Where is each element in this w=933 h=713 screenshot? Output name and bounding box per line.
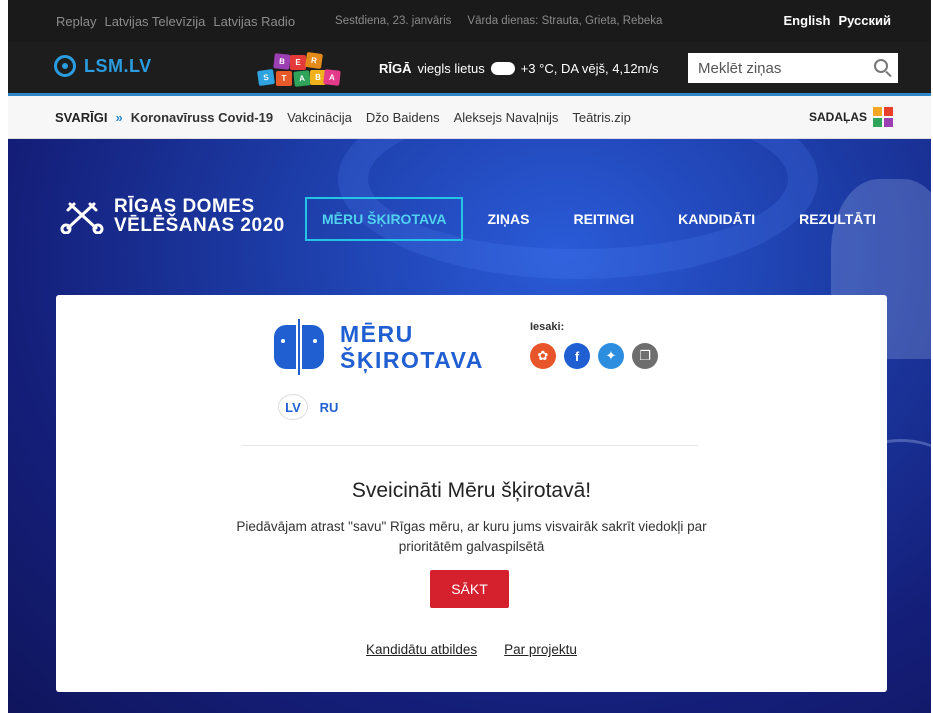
content-card: MĒRU ŠĶIROTAVA Iesaki: ✿ f ✦ ❐ LV RU Sve… (56, 295, 887, 692)
menu-item-reitingi[interactable]: REITINGI (573, 198, 634, 240)
lang-russian-link[interactable]: Русский (838, 13, 891, 28)
block-letter: B (273, 53, 291, 70)
welcome-heading: Sveicināti Mēru šķirotavā! (351, 479, 592, 502)
copy-icon[interactable]: ❐ (632, 343, 658, 369)
sections-label: SADAĻAS (808, 110, 867, 124)
trending-nav-bar: SVARĪGI » Koronavīruss Covid-19 Vakcināc… (8, 96, 931, 139)
block-letter: E (290, 55, 306, 70)
page: Replay Latvijas Televīzija Latvijas Radi… (8, 0, 931, 713)
latvijas-radio-link[interactable]: Latvijas Radio (213, 14, 295, 29)
top-utility-bar: Replay Latvijas Televīzija Latvijas Radi… (8, 0, 931, 42)
two-heads-icon (274, 319, 326, 375)
start-button[interactable]: SĀKT (430, 570, 509, 608)
weather-city: RĪGĀ (379, 61, 412, 76)
election-title: RĪGAS DOMES VĒLĒŠANAS 2020 (114, 197, 285, 235)
logo-bar: LSM.LV S B T E A R B A RĪGĀ viegls lietu… (8, 42, 931, 96)
lang-ru-button[interactable]: RU (314, 394, 344, 420)
weather-condition: viegls lietus (417, 61, 485, 76)
sections-button[interactable]: SADAĻAS (809, 107, 893, 127)
election-brand-logo[interactable]: RĪGAS DOMES VĒLĒŠANAS 2020 (60, 197, 285, 235)
election-title-line2: VĒLĒŠANAS 2020 (114, 215, 285, 236)
lsm-logo-text: LSM.LV (84, 55, 152, 76)
menu-item-rezultati[interactable]: REZULTĀTI (799, 198, 876, 240)
divider (242, 445, 698, 446)
logo-line2: ŠĶIROTAVA (340, 347, 484, 373)
location-pin-icon (54, 55, 76, 77)
menu-item-zinas[interactable]: ZIŅAS (487, 198, 529, 240)
weather-widget: RĪGĀ viegls lietus +3 °C, DA vējš, 4,12m… (379, 61, 659, 76)
nav-item-biden[interactable]: Džo Baidens (366, 110, 440, 125)
meru-skirotava-logo: MĒRU ŠĶIROTAVA (274, 319, 484, 375)
search-input[interactable]: Meklēt ziņas (688, 53, 898, 83)
twitter-icon[interactable]: ✦ (598, 343, 624, 369)
election-hero: RĪGAS DOMES VĒLĒŠANAS 2020 MĒRU ŠĶIROTAV… (8, 139, 931, 713)
block-letter: A (293, 70, 311, 87)
block-letter: S (257, 68, 275, 87)
welcome-description: Piedāvājam atrast "savu" Rīgas mēru, ar … (236, 519, 707, 554)
important-label: SVARĪGI (55, 109, 108, 125)
name-days: Vārda dienas: Strauta, Grieta, Rebeka (467, 15, 663, 27)
share-icons: ✿ f ✦ ❐ (530, 343, 658, 369)
nav-item-navalny[interactable]: Aleksejs Navaļnijs (454, 110, 559, 125)
language-switch: English Русский (784, 13, 891, 28)
meru-skirotava-title: MĒRU ŠĶIROTAVA (340, 321, 484, 373)
bernistaba-blocks-logo[interactable]: S B T E A R B A (248, 51, 341, 88)
top-links: Replay Latvijas Televīzija Latvijas Radi… (56, 14, 295, 29)
block-letter: R (305, 51, 323, 70)
card-language-switch: LV RU (278, 394, 344, 420)
double-chevron-icon: » (115, 109, 123, 125)
nav-item-vaccination[interactable]: Vakcinācija (287, 110, 352, 125)
menu-item-kandidati[interactable]: KANDIDĀTI (678, 198, 755, 240)
current-date: Sestdiena, 23. janvāris (335, 15, 452, 27)
election-menu: MĒRU ŠĶIROTAVA ZIŅAS REITINGI KANDIDĀTI … (305, 197, 876, 241)
nav-item-teatris[interactable]: Teātris.zip (572, 110, 631, 125)
menu-item-meru-skirotava[interactable]: MĒRU ŠĶIROTAVA (305, 197, 464, 241)
logo-line1: MĒRU (340, 321, 414, 347)
share-block: Iesaki: ✿ f ✦ ❐ (530, 321, 658, 369)
search-icon[interactable] (874, 59, 888, 73)
replay-link[interactable]: Replay (56, 14, 96, 29)
weather-details: +3 °C, DA vējš, 4,12m/s (520, 61, 659, 76)
block-letter: A (323, 69, 341, 86)
facebook-icon[interactable]: f (564, 343, 590, 369)
election-title-line1: RĪGAS DOMES (114, 196, 255, 217)
lsm-logo[interactable]: LSM.LV (54, 55, 152, 77)
rain-cloud-icon (490, 62, 515, 75)
about-project-link[interactable]: Par projektu (504, 642, 577, 657)
ltv-link[interactable]: Latvijas Televīzija (104, 14, 205, 29)
draugiem-icon[interactable]: ✿ (530, 343, 556, 369)
lang-english-link[interactable]: English (784, 13, 831, 28)
share-label: Iesaki: (530, 321, 565, 333)
block-letter: T (276, 71, 292, 86)
sections-grid-icon (873, 107, 893, 127)
card-links: Kandidātu atbildes Par projektu (56, 642, 887, 657)
lang-lv-button[interactable]: LV (278, 394, 308, 420)
crossed-keys-icon (60, 202, 104, 234)
candidate-answers-link[interactable]: Kandidātu atbildes (366, 642, 477, 657)
search-placeholder: Meklēt ziņas (698, 59, 782, 77)
nav-item-covid[interactable]: Koronavīruss Covid-19 (131, 110, 273, 125)
